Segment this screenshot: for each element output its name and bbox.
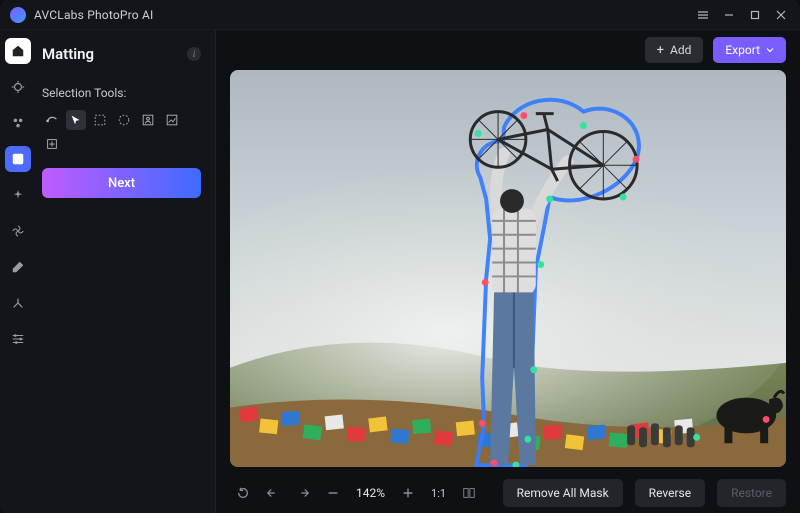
menu-button[interactable] [690, 4, 716, 26]
tool-portrait[interactable] [138, 110, 158, 130]
section-label: Selection Tools: [42, 86, 201, 100]
close-button[interactable] [768, 4, 794, 26]
maximize-button[interactable] [742, 4, 768, 26]
minimize-button[interactable] [716, 4, 742, 26]
tool-expand[interactable] [42, 134, 62, 154]
bottom-bar: 142% 1:1 Remove All Mask Reverse Restore [216, 473, 800, 513]
nav-home[interactable] [5, 38, 31, 64]
main-area: + Add Export [216, 30, 800, 513]
nav-matting[interactable] [5, 146, 31, 172]
tool-lasso[interactable] [66, 110, 86, 130]
zoom-in-button[interactable] [395, 480, 421, 506]
ratio-label[interactable]: 1:1 [425, 487, 452, 500]
nav-settings[interactable] [5, 326, 31, 352]
redo-button[interactable] [290, 480, 316, 506]
selection-tools [42, 110, 201, 154]
nav-crop[interactable] [5, 290, 31, 316]
nav-ai-tools[interactable] [5, 110, 31, 136]
undo-button[interactable] [260, 480, 286, 506]
export-button[interactable]: Export [713, 37, 786, 63]
next-button[interactable]: Next [42, 168, 201, 198]
chevron-down-icon [766, 43, 774, 57]
main-toolbar: + Add Export [216, 30, 800, 70]
remove-all-mask-button[interactable]: Remove All Mask [503, 479, 623, 507]
add-button[interactable]: + Add [645, 37, 704, 63]
zoom-out-button[interactable] [320, 480, 346, 506]
panel-title: Matting [42, 45, 94, 63]
reset-view-button[interactable] [230, 480, 256, 506]
compare-button[interactable] [456, 480, 482, 506]
side-panel: Matting i Selection Tools: [36, 30, 216, 513]
tool-marquee-ellipse[interactable] [114, 110, 134, 130]
nav-magic[interactable] [5, 182, 31, 208]
nav-color[interactable] [5, 254, 31, 280]
reverse-button[interactable]: Reverse [635, 479, 705, 507]
tool-brush[interactable] [42, 110, 62, 130]
info-icon[interactable]: i [187, 47, 201, 61]
app-title: AVCLabs PhotoPro AI [34, 8, 154, 22]
nav-rail [0, 30, 36, 513]
tool-marquee-rect[interactable] [90, 110, 110, 130]
tool-object[interactable] [162, 110, 182, 130]
restore-button[interactable]: Restore [717, 479, 786, 507]
titlebar: AVCLabs PhotoPro AI [0, 0, 800, 30]
zoom-value: 142% [350, 486, 391, 500]
add-label: Add [670, 43, 691, 57]
export-label: Export [725, 43, 760, 57]
canvas[interactable] [230, 70, 786, 467]
nav-enhance[interactable] [5, 74, 31, 100]
nav-effects[interactable] [5, 218, 31, 244]
plus-icon: + [657, 44, 664, 57]
app-logo-icon [10, 7, 26, 23]
app-window: AVCLabs PhotoPro AI [0, 0, 800, 513]
